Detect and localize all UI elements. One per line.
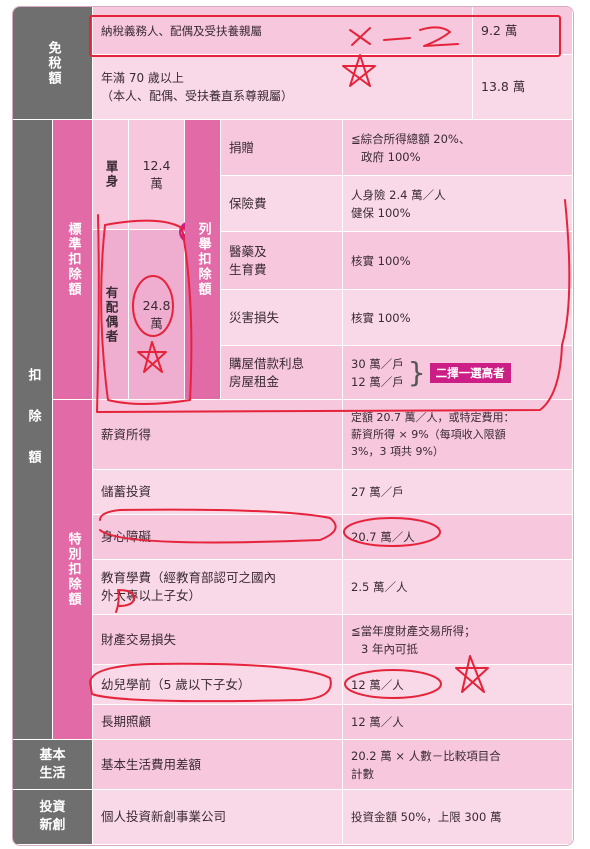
deduction-label: 扣除額	[13, 120, 53, 740]
itemized-row-medical-limit: 核實 100%	[343, 232, 573, 290]
special-row-savings-limit: 27 萬／戶	[343, 470, 573, 515]
special-row-longterm-care: 長期照顧	[93, 705, 343, 740]
exempt-row2-amount: 13.8 萬	[473, 55, 573, 120]
married-label: 有配偶者	[93, 230, 129, 400]
exempt-label: 免稅額	[13, 7, 93, 120]
standard-deduction-label: 標準扣除額	[53, 120, 93, 400]
special-row-preschool-limit: 12 萬／人	[343, 665, 573, 705]
itemized-row-medical: 醫藥及 生育費	[221, 232, 343, 290]
special-row-disability-limit: 20.7 萬／人	[343, 515, 573, 560]
itemized-row-insurance-limit: 人身險 2.4 萬／人 健保 100%	[343, 176, 573, 232]
special-deduction-label: 特別扣除額	[53, 400, 93, 740]
married-amount: 24.8 萬	[129, 230, 185, 400]
choose-higher-badge: 二擇一選高者	[429, 362, 511, 383]
special-row-salary-limit: 定額 20.7 萬／人，或特定費用： 薪資所得 × 9%（每項收入限額 3%，3…	[343, 400, 573, 470]
itemized-row-housing: 購屋借款利息 房屋租金	[221, 346, 343, 400]
itemized-row-donation-limit: ≦綜合所得總額 20%、 政府 100%	[343, 120, 573, 176]
itemized-deduction-label: 列舉扣除額	[185, 120, 221, 400]
tax-deduction-table: 免稅額 納稅義務人、配偶及受扶養親屬 9.2 萬 年滿 70 歲以上 （本人、配…	[12, 6, 574, 846]
startup-limit: 投資金額 50%，上限 300 萬	[343, 790, 573, 845]
special-row-salary: 薪資所得	[93, 400, 343, 470]
itemized-row-disaster: 災害損失	[221, 290, 343, 346]
special-row-property-loss-limit: ≦當年度財產交易所得； 3 年內可抵	[343, 615, 573, 665]
special-row-longterm-care-limit: 12 萬／人	[343, 705, 573, 740]
exempt-row1-item: 納稅義務人、配偶及受扶養親屬	[93, 7, 473, 55]
special-row-property-loss: 財產交易損失	[93, 615, 343, 665]
special-row-savings: 儲蓄投資	[93, 470, 343, 515]
exempt-row2-item: 年滿 70 歲以上 （本人、配偶、受扶養直系尊親屬）	[93, 55, 473, 120]
special-row-tuition-limit: 2.5 萬／人	[343, 560, 573, 615]
startup-item: 個人投資新創事業公司	[93, 790, 343, 845]
basic-living-limit: 20.2 萬 × 人數－比較項目合 計數	[343, 740, 573, 790]
itemized-row-disaster-limit: 核實 100%	[343, 290, 573, 346]
exempt-row1-amount: 9.2 萬	[473, 7, 573, 55]
startup-label: 投資 新創	[13, 790, 93, 845]
special-row-disability: 身心障礙	[93, 515, 343, 560]
itemized-row-housing-limit: 30 萬／戶 12 萬／戶 } 二擇一選高者	[343, 346, 573, 400]
itemized-row-donation: 捐贈	[221, 120, 343, 176]
basic-living-item: 基本生活費用差額	[93, 740, 343, 790]
single-label: 單身	[93, 120, 129, 230]
itemized-row-insurance: 保險費	[221, 176, 343, 232]
single-amount: 12.4 萬	[129, 120, 185, 230]
brace-icon: }	[407, 355, 426, 389]
special-row-preschool: 幼兒學前（5 歲以下子女）	[93, 665, 343, 705]
special-row-tuition: 教育學費（經教育部認可之國內 外大專以上子女）	[93, 560, 343, 615]
basic-living-label: 基本 生活	[13, 740, 93, 790]
